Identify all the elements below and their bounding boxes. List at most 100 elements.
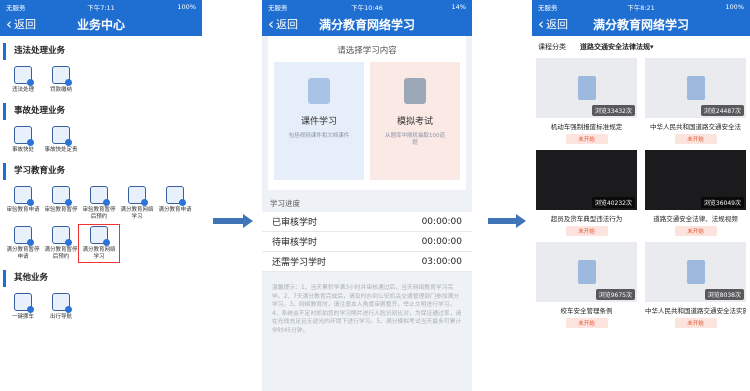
service-icon (14, 66, 34, 86)
phone-business-center: 无服务 下午7:11 100% ‹ 返回 业务中心 违法处理业务 违法处理 罚款缴纳事… (0, 0, 202, 391)
progress-row: 待审核学时 00:00:00 (262, 232, 472, 252)
back-label: 返回 (546, 18, 568, 31)
header-bar: 无服务 下午8:21 100% ‹ 返回 满分教育网络学习 (532, 0, 750, 36)
chevron-left-icon: ‹ (268, 14, 274, 33)
service-item[interactable]: 满分教育暂停申请 (4, 226, 42, 261)
back-label: 返回 (276, 18, 298, 31)
view-count: 浏览33432次 (591, 105, 635, 116)
back-button[interactable]: ‹ 返回 (0, 16, 36, 32)
service-item[interactable]: 事故快处定责 (42, 126, 80, 154)
service-item[interactable]: 满分教育网络学习 (118, 186, 156, 221)
course-name: 中华人民共和国道路交通安全法 (650, 123, 741, 131)
back-button[interactable]: ‹ 返回 (532, 16, 568, 32)
service-item[interactable]: 违法处理 (4, 66, 42, 94)
filter-value-text: 道路交通安全法律法规 (580, 43, 650, 51)
status-badge: 未开始 (674, 134, 717, 144)
nav-bar: ‹ 返回 业务中心 (0, 12, 202, 36)
caret-down-icon: ▾ (650, 43, 654, 51)
service-item[interactable]: 满分教育暂停后预约 (42, 226, 80, 261)
service-item[interactable]: 审验教育暂停后预约 (80, 186, 118, 221)
option-title: 课件学习 (300, 117, 337, 127)
play-icon (308, 78, 330, 104)
service-grid: 事故快处 事故快处定责 (0, 123, 202, 156)
section-title: 其他业务 (3, 270, 202, 287)
view-count: 浏览36049次 (700, 197, 744, 208)
status-bar: 无服务 下午8:21 100% (532, 0, 750, 12)
progress-list: 已审核学时 00:00:00 待审核学时 00:00:00 还需学习学时 03:00:… (262, 212, 472, 272)
service-grid: 一键挪车 出行导航 (0, 290, 202, 323)
service-label: 违法处理 (11, 87, 34, 93)
status-bar: 无服务 下午10:46 14% (262, 0, 472, 12)
progress-value: 00:00:00 (421, 236, 462, 247)
service-icon (14, 186, 34, 206)
courseware-study-button[interactable]: 课件学习 包括视频课件和文档课件 (274, 62, 364, 180)
service-label: 审验教育暂停后预约 (82, 207, 116, 220)
service-item[interactable]: 满分教育申请 (156, 186, 194, 221)
course-name: 中华人民共和国道路交通安全法实施条例 (645, 307, 746, 315)
course-card[interactable]: 浏览9675次 校车安全管理条例 未开始 (536, 242, 637, 328)
progress-value: 00:00:00 (421, 216, 462, 227)
service-item[interactable]: 审验教育申请 (4, 186, 42, 221)
status-badge: 未开始 (565, 134, 608, 144)
service-item[interactable]: 一键挪车 (4, 293, 42, 321)
filter-label: 课程分类 (538, 43, 566, 51)
clock: 下午7:11 (87, 4, 115, 12)
service-icon (90, 226, 110, 246)
phone-study-menu: 无服务 下午10:46 14% ‹ 返回 满分教育网络学习 请选择学习内容 课件学… (262, 0, 472, 391)
document-icon (686, 260, 705, 284)
service-grid: 审验教育申请 审验教育暂停 审验教育暂停后预约 满分教育网络学习 满分教育申请 满分教育暂… (0, 183, 202, 263)
service-item[interactable]: 出行导航 (42, 293, 80, 321)
service-item[interactable]: 罚款缴纳 (42, 66, 80, 94)
mock-exam-button[interactable]: 模拟考试 从题库中随机抽取100道题 (370, 62, 460, 180)
course-grid: 浏览33432次 机动车强制报废标准规定 未开始 浏览24487次 中华人民共和国道路交… (532, 58, 750, 328)
service-item[interactable]: 满分教育网络学习 (78, 224, 120, 263)
header-bar: 无服务 下午7:11 100% ‹ 返回 业务中心 (0, 0, 202, 36)
service-label: 满分教育暂停申请 (6, 247, 40, 260)
course-card[interactable]: 浏览24487次中华人民共和国道路交通安全法 未开始 (645, 58, 746, 144)
service-icon (52, 186, 72, 206)
course-card[interactable]: 浏览33432次机动车强制报废标准规定 未开始 (536, 58, 637, 144)
option-desc: 从题库中随机抽取100道题 (385, 133, 445, 146)
service-item[interactable]: 事故快处 (4, 126, 42, 154)
course-category-filter[interactable]: 课程分类 道路交通安全法律法规▾ (532, 36, 750, 58)
back-label: 返回 (14, 18, 36, 31)
business-list: 违法处理业务 违法处理 罚款缴纳 事故处理业务 事故快处 事故快处定责 学习教育业务 审验教育… (0, 43, 202, 323)
service-label: 事故快处 (11, 147, 34, 153)
service-label: 满分教育网络学习 (120, 207, 154, 220)
course-name: 机动车强制报废标准规定 (550, 123, 623, 131)
service-item[interactable]: 审验教育暂停 (42, 186, 80, 221)
course-card[interactable]: 浏览40232次 超员及货车典型违法行为 未开始 (536, 150, 637, 236)
progress-row: 已审核学时 00:00:00 (262, 212, 472, 232)
course-thumbnail: 浏览33432次 (536, 58, 637, 118)
view-count: 浏览24487次 (700, 105, 744, 116)
document-icon (577, 260, 596, 284)
progress-label: 待审核学时 (272, 238, 318, 248)
document-icon (686, 76, 705, 100)
course-thumbnail: 浏览36049次 (645, 150, 746, 210)
service-label: 满分教育网络学习 (82, 247, 116, 260)
service-icon (52, 226, 72, 246)
back-button[interactable]: ‹ 返回 (262, 16, 298, 32)
service-label: 罚款缴纳 (49, 87, 72, 93)
course-thumbnail: 浏览8038次 (645, 242, 746, 302)
course-card[interactable]: 浏览8038次中华人民共和国道路交通安全法实施条例未开始 (645, 242, 746, 328)
progress-label: 已审核学时 (272, 218, 318, 228)
view-count: 浏览9675次 (595, 289, 635, 300)
view-count: 浏览8038次 (704, 289, 744, 300)
course-name: 道路交通安全法律、法规视频 (653, 215, 738, 223)
service-icon (14, 226, 34, 246)
document-icon (577, 76, 596, 100)
filter-value[interactable]: 道路交通安全法律法规▾ (580, 42, 654, 52)
header-bar: 无服务 下午10:46 14% ‹ 返回 满分教育网络学习 (262, 0, 472, 36)
course-card[interactable]: 浏览36049次 道路交通安全法律、法规视频 未开始 (645, 150, 746, 236)
progress-label: 还需学习学时 (272, 258, 327, 268)
service-icon (52, 126, 72, 146)
nav-bar: ‹ 返回 满分教育网络学习 (532, 12, 750, 36)
status-bar: 无服务 下午7:11 100% (0, 0, 202, 12)
service-label: 出行导航 (49, 314, 72, 320)
service-label: 满分教育申请 (158, 207, 192, 213)
clock: 下午8:21 (627, 4, 655, 12)
course-thumbnail: 浏览40232次 (536, 150, 637, 210)
nav-bar: ‹ 返回 满分教育网络学习 (262, 12, 472, 36)
service-icon (166, 186, 186, 206)
